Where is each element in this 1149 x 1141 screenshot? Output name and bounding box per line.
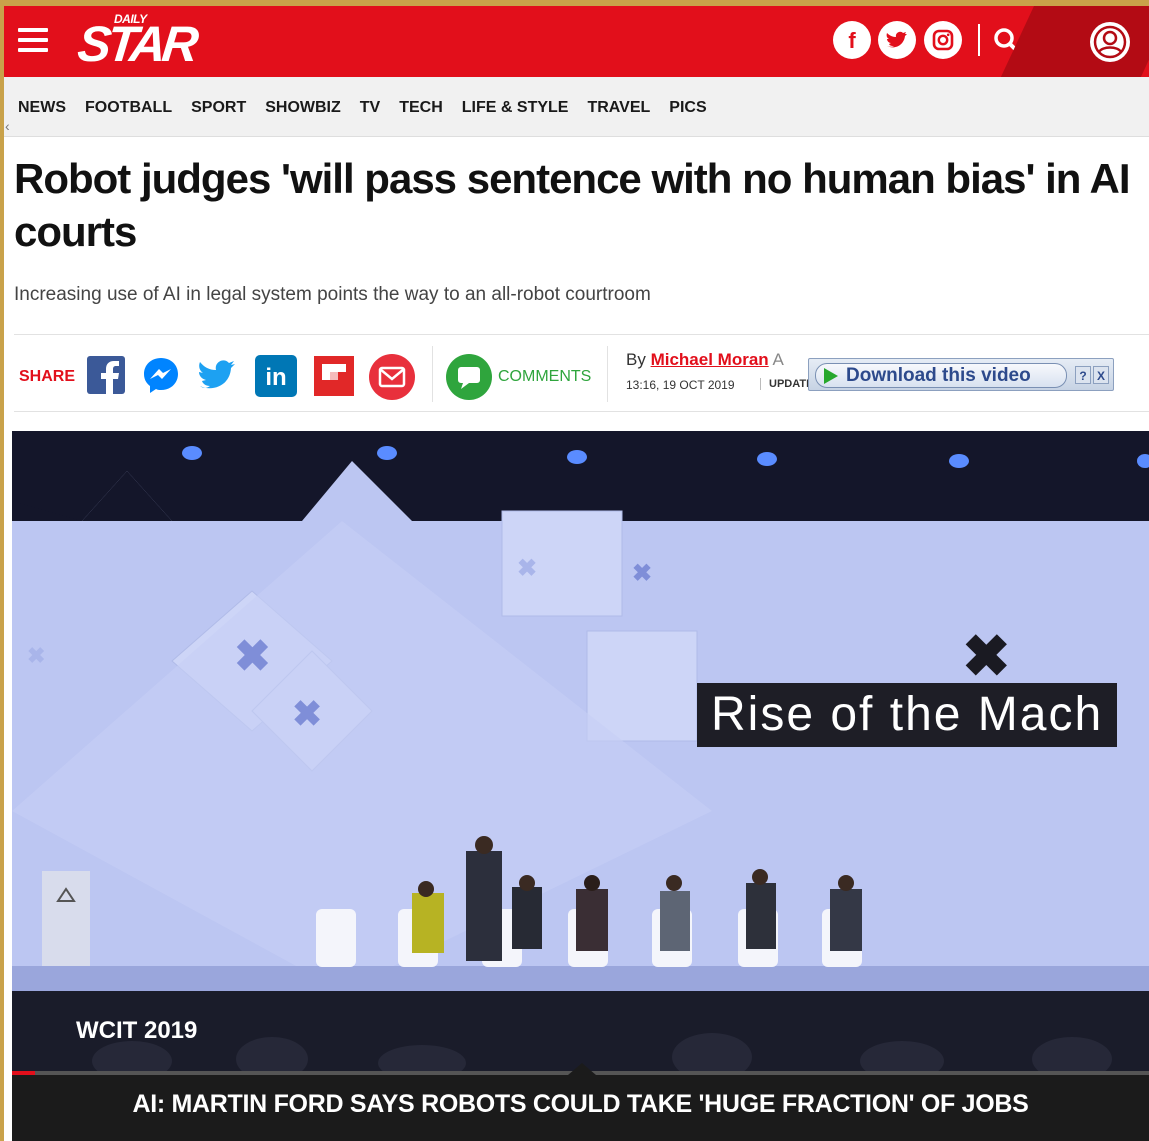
article-subheadline: Increasing use of AI in legal system poi… <box>14 284 651 305</box>
svg-text:✖: ✖ <box>234 632 271 681</box>
author-link[interactable]: Michael Moran <box>651 350 769 369</box>
download-close-icon[interactable]: X <box>1093 366 1109 384</box>
nav-item-sport[interactable]: SPORT <box>191 99 246 117</box>
byline-prefix: By <box>626 350 646 369</box>
nav-item-news[interactable]: NEWS <box>18 99 66 117</box>
share-messenger-icon[interactable] <box>142 356 180 399</box>
share-email-icon[interactable] <box>369 354 415 405</box>
svg-text:in: in <box>265 364 286 391</box>
nav-item-pics[interactable]: PICS <box>669 99 706 117</box>
site-logo[interactable]: DAILY STAR <box>75 10 197 72</box>
user-account-icon[interactable] <box>1090 22 1130 62</box>
svg-text:✖: ✖ <box>517 555 537 582</box>
byline: By Michael Moran A <box>626 350 784 370</box>
page: DAILY STAR f NEWS FOOTBALL SPORT SHOWBIZ… <box>4 6 1149 1141</box>
nav-item-tech[interactable]: TECH <box>399 99 443 117</box>
download-video-button[interactable]: Download this video <box>815 363 1067 388</box>
nav-item-travel[interactable]: TRAVEL <box>587 99 650 117</box>
share-linkedin-icon[interactable]: in <box>255 355 297 402</box>
facebook-icon[interactable]: f <box>833 21 871 59</box>
share-twitter-icon[interactable] <box>198 358 238 397</box>
nav-item-football[interactable]: FOOTBALL <box>85 99 172 117</box>
nav-item-showbiz[interactable]: SHOWBIZ <box>265 99 341 117</box>
instagram-icon[interactable] <box>924 21 962 59</box>
share-label: SHARE <box>19 368 76 385</box>
menu-icon[interactable] <box>18 28 48 52</box>
svg-text:✖: ✖ <box>632 560 652 587</box>
video-event-label: WCIT 2019 <box>76 1017 198 1044</box>
header-divider <box>978 24 980 56</box>
divider-top <box>14 334 1149 335</box>
comments-icon[interactable] <box>446 354 492 400</box>
caption-notch <box>568 1063 596 1075</box>
byline-separator <box>607 346 608 402</box>
video-player[interactable]: ✖ ✖ ✖ ✖ ✖ ✖ Rise of the Mach WCIT 2019 A… <box>12 431 1149 1141</box>
author-role: A <box>772 350 784 369</box>
video-screen-text: Rise of the Mach <box>697 683 1118 747</box>
nav-item-tv[interactable]: TV <box>360 99 380 117</box>
main-nav: NEWS FOOTBALL SPORT SHOWBIZ TV TECH LIFE… <box>4 77 1149 137</box>
svg-text:✖: ✖ <box>292 693 322 734</box>
article-headline: Robot judges 'will pass sentence with no… <box>14 155 1131 255</box>
svg-text:f: f <box>848 28 856 53</box>
comments-link[interactable]: COMMENTS <box>498 368 591 386</box>
share-flipboard-icon[interactable] <box>314 356 354 401</box>
nav-item-life-style[interactable]: LIFE & STYLE <box>462 99 569 117</box>
updated-label: UPDATI <box>760 378 809 390</box>
publish-timestamp: 13:16, 19 OCT 2019 <box>626 378 735 392</box>
download-help-icon[interactable]: ? <box>1075 366 1091 384</box>
share-separator <box>432 346 433 402</box>
logo-star-text: STAR <box>75 16 198 72</box>
twitter-icon[interactable] <box>878 21 916 59</box>
svg-text:✖: ✖ <box>27 643 45 668</box>
play-icon <box>824 368 838 384</box>
video-caption: AI: MARTIN FORD SAYS ROBOTS COULD TAKE '… <box>132 1090 1029 1118</box>
nav-items: NEWS FOOTBALL SPORT SHOWBIZ TV TECH LIFE… <box>18 99 726 117</box>
download-video-bar[interactable]: Download this video ? X <box>808 358 1114 391</box>
divider-bottom <box>14 411 1149 412</box>
site-header: DAILY STAR f <box>4 6 1149 77</box>
nav-scroll-left-icon[interactable]: ‹ <box>5 118 10 134</box>
svg-text:✖: ✖ <box>962 624 1011 689</box>
download-video-label: Download this video <box>846 365 1031 386</box>
share-facebook-icon[interactable] <box>87 356 125 399</box>
